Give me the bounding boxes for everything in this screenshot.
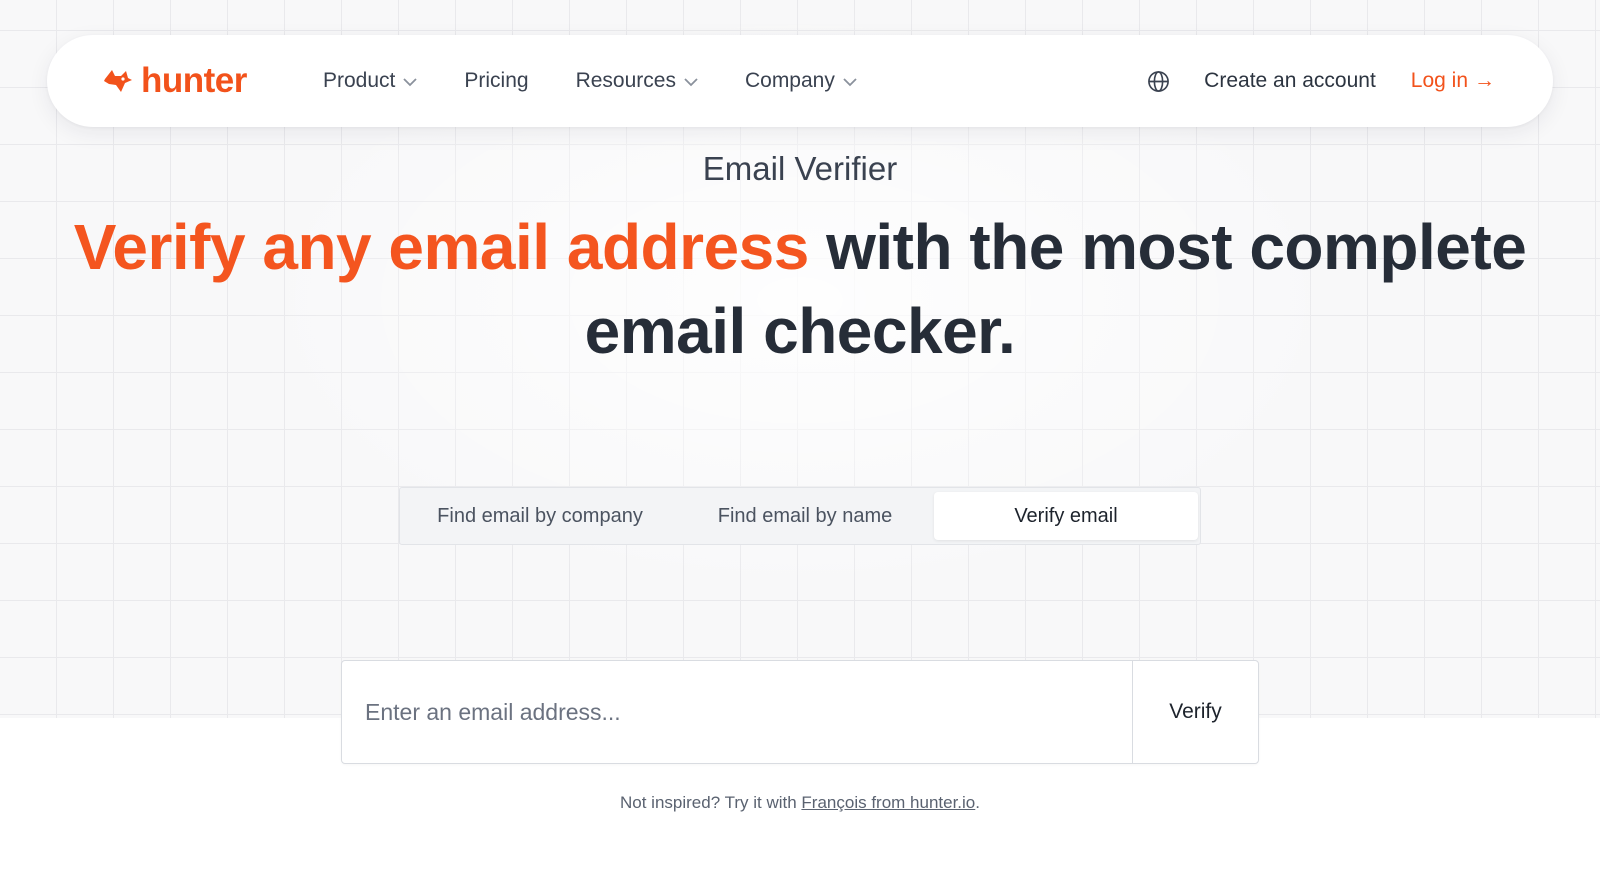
tab-verify-email[interactable]: Verify email (934, 492, 1198, 540)
page-eyebrow: Email Verifier (702, 150, 898, 187)
headline-accent: Verify any email address (73, 211, 810, 283)
chevron-down-icon (684, 77, 698, 86)
nav-item-label: Product (323, 69, 396, 92)
globe-icon (1148, 70, 1170, 92)
chevron-down-icon (843, 77, 857, 86)
tab-find-by-company[interactable]: Find email by company (404, 492, 676, 540)
page-headline: Verify any email address with the most c… (0, 205, 1600, 373)
tab-find-by-name[interactable]: Find email by name (676, 492, 934, 540)
top-navbar: hunter Product Pricing Resources Company… (47, 35, 1553, 127)
brand-logo[interactable]: hunter (103, 61, 247, 101)
tool-tabs: Find email by company Find email by name… (399, 487, 1201, 545)
nav-item-pricing[interactable]: Pricing (464, 69, 528, 93)
email-input[interactable] (342, 661, 1132, 763)
hint-prefix: Not inspired? Try it with (620, 793, 802, 812)
login-label: Log in (1410, 69, 1468, 92)
arrow-right-icon: → (1474, 69, 1495, 92)
chevron-down-icon (403, 77, 418, 86)
verify-button[interactable]: Verify (1132, 661, 1258, 763)
nav-item-label: Resources (575, 69, 676, 92)
fox-head-icon (104, 70, 132, 92)
hint-suffix: . (975, 793, 980, 812)
example-hint: Not inspired? Try it with François from … (0, 793, 1600, 813)
nav-item-label: Pricing (464, 69, 529, 92)
nav-item-resources[interactable]: Resources (576, 69, 698, 93)
nav-item-label: Company (744, 69, 835, 92)
create-account-link[interactable]: Create an account (1204, 69, 1376, 93)
nav-actions: Create an account Log in → (1147, 35, 1495, 127)
login-link[interactable]: Log in → (1411, 69, 1495, 93)
language-selector[interactable] (1147, 70, 1170, 93)
example-link[interactable]: François from hunter.io (801, 793, 975, 812)
main-nav: Product Pricing Resources Company (323, 35, 904, 127)
verify-form: Verify (341, 660, 1259, 764)
brand-name: hunter (141, 61, 247, 100)
nav-item-product[interactable]: Product (323, 69, 418, 93)
nav-item-company[interactable]: Company (745, 69, 857, 93)
